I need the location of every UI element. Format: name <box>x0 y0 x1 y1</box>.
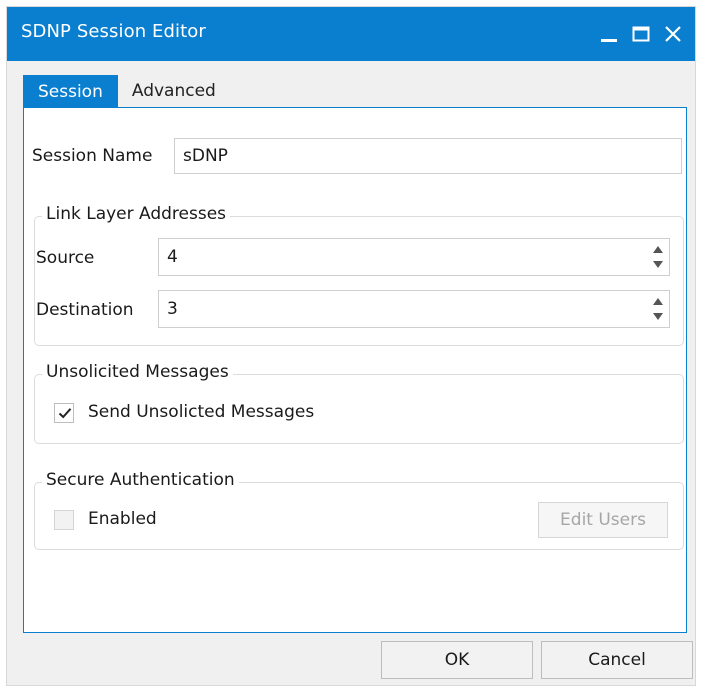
destination-spin-arrows[interactable] <box>653 296 663 322</box>
spin-down-icon[interactable] <box>653 261 663 268</box>
send-unsolicited-checkbox[interactable] <box>54 403 74 423</box>
tab-strip: Session Advanced <box>23 75 230 109</box>
title-bar[interactable]: SDNP Session Editor <box>7 7 695 61</box>
enabled-label[interactable]: Enabled <box>88 509 157 529</box>
tab-advanced[interactable]: Advanced <box>118 75 230 107</box>
maximize-button[interactable] <box>629 22 653 46</box>
minimize-button[interactable] <box>597 22 621 46</box>
session-panel: Session Name sDNP Link Layer Addresses S… <box>23 107 687 633</box>
link-layer-title: Link Layer Addresses <box>42 204 231 224</box>
spin-down-icon[interactable] <box>653 313 663 320</box>
enabled-checkbox[interactable] <box>54 510 74 530</box>
secure-auth-title: Secure Authentication <box>42 470 239 490</box>
minimize-icon <box>601 39 617 42</box>
send-unsolicited-label[interactable]: Send Unsolicted Messages <box>88 402 314 422</box>
source-label: Source <box>36 248 95 268</box>
close-button[interactable] <box>661 22 685 46</box>
window-title: SDNP Session Editor <box>21 21 206 42</box>
edit-users-button[interactable]: Edit Users <box>538 502 668 538</box>
window-controls <box>597 17 685 51</box>
spin-up-icon[interactable] <box>653 246 663 253</box>
session-name-label: Session Name <box>32 146 153 166</box>
destination-value: 3 <box>167 299 178 319</box>
checkmark-icon <box>58 408 72 419</box>
unsolicited-title: Unsolicited Messages <box>42 362 233 382</box>
source-spinbox[interactable]: 4 <box>158 238 670 276</box>
spin-up-icon[interactable] <box>653 298 663 305</box>
cancel-button[interactable]: Cancel <box>541 641 693 679</box>
session-editor-window: SDNP Session Editor Session Advanced Ses… <box>6 6 696 686</box>
source-value: 4 <box>167 247 178 267</box>
maximize-icon <box>632 26 650 42</box>
destination-spinbox[interactable]: 3 <box>158 290 670 328</box>
session-name-value: sDNP <box>183 146 228 166</box>
destination-label: Destination <box>36 300 134 320</box>
source-spin-arrows[interactable] <box>653 244 663 270</box>
session-name-input[interactable]: sDNP <box>174 138 682 174</box>
ok-button[interactable]: OK <box>381 641 533 679</box>
close-icon <box>665 26 681 42</box>
tab-session[interactable]: Session <box>23 75 118 109</box>
